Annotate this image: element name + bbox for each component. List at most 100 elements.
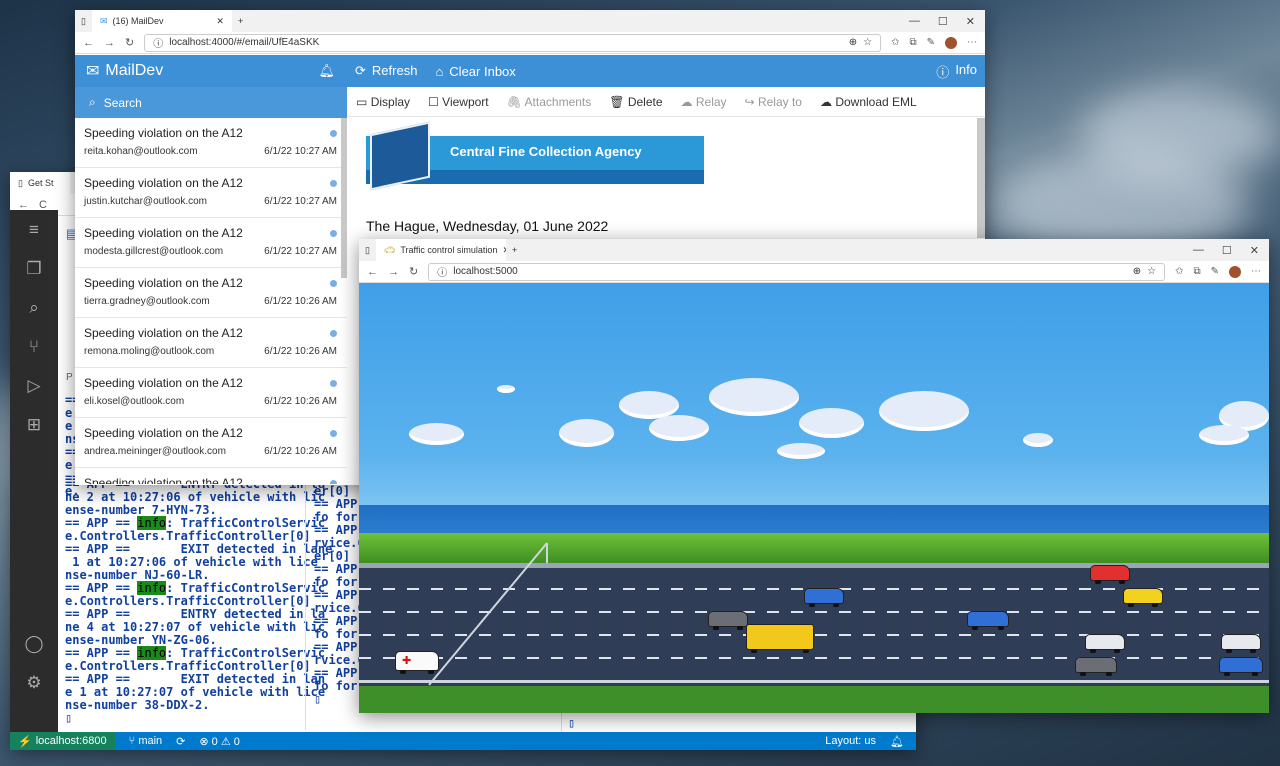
extensions-icon[interactable]: ⊞ [10, 405, 58, 444]
avatar[interactable] [1229, 265, 1241, 278]
collections-icon[interactable]: ⧉ [909, 37, 916, 49]
reload-icon[interactable]: ↻ [409, 265, 418, 278]
toolbar-delete-button[interactable]: 🗑 Delete [609, 95, 662, 109]
favorite-icon[interactable]: ☆ [1147, 266, 1156, 277]
email-list-item[interactable]: Speeding violation on the A12 modesta.gi… [75, 218, 347, 268]
terminal-right-cursor: ▯ [568, 716, 576, 730]
unread-dot [330, 480, 337, 484]
tab-actions-icon[interactable]: ▯ [359, 245, 376, 256]
agency-banner: Central Fine Collection Agency [366, 121, 704, 191]
info-icon: ⓘ [153, 39, 164, 50]
email-list-item[interactable]: Speeding violation on the A12 [75, 468, 347, 484]
branch-indicator[interactable]: ⑂ main [129, 735, 163, 747]
email-list-item[interactable]: Speeding violation on the A12 reita.koha… [75, 118, 347, 168]
traffic-tab[interactable]: 🚗︎Traffic control simulation✕ [375, 239, 506, 261]
favorite-icon[interactable]: ☆ [863, 37, 872, 48]
email-date: 6/1/22 10:27 AM [264, 146, 337, 157]
car [967, 611, 1009, 630]
email-list-item[interactable]: Speeding violation on the A12 eli.kosel@… [75, 368, 347, 418]
remote-indicator[interactable]: ⚡ localhost:6800 [10, 732, 115, 750]
car [1219, 657, 1263, 676]
toolbar-relay-to-button[interactable]: ↪ Relay to [745, 95, 802, 109]
email-subject: Speeding violation on the A12 [84, 426, 243, 440]
email-subject: Speeding violation on the A12 [84, 176, 243, 190]
settings-icon[interactable]: ⚙ [10, 663, 58, 702]
toolbar-label: Display [370, 94, 411, 109]
collections-icon[interactable]: ⧉ [1193, 266, 1200, 278]
maximize-icon[interactable]: ☐ [938, 15, 948, 28]
back-icon[interactable]: ← [83, 37, 94, 49]
url-field[interactable]: ⓘ localhost:5000 ⊕ ☆ [428, 262, 1166, 281]
forward-icon[interactable]: → [104, 37, 115, 49]
toolbar-attachments-button[interactable]: 🖇 Attachments [507, 95, 592, 109]
new-tab-icon[interactable]: + [232, 16, 249, 26]
email-list-item[interactable]: Speeding violation on the A12 justin.kut… [75, 168, 347, 218]
email-list-item[interactable]: Speeding violation on the A12 remona.mol… [75, 318, 347, 368]
minimize-icon[interactable]: — [1193, 244, 1204, 257]
url-field[interactable]: ⓘ localhost:4000/#/email/UfE4aSKK ⊕ ☆ [144, 33, 882, 52]
search-icon[interactable]: ⌕ [10, 288, 58, 327]
email-date: 6/1/22 10:26 AM [264, 446, 337, 457]
vscode-tab[interactable]: ▯ Get St [10, 172, 70, 194]
run-debug-icon[interactable]: ▷ [10, 366, 58, 405]
body-scrollbar[interactable] [977, 118, 985, 238]
page-icon: ▯ [18, 177, 23, 188]
new-tab-icon[interactable]: + [506, 245, 523, 255]
list-scrollbar[interactable] [341, 118, 347, 278]
extensions-icon[interactable]: ✎ [927, 37, 935, 49]
clear-inbox-button[interactable]: ⌂ Clear Inbox [435, 64, 515, 79]
back-icon[interactable]: ← [367, 266, 378, 278]
more-icon[interactable]: ⋯ [967, 37, 977, 49]
favorites-icon[interactable]: ✩ [891, 37, 899, 49]
tab-actions-icon[interactable]: ▯ [75, 16, 92, 27]
back-icon[interactable]: ← [18, 199, 29, 211]
toolbar-relay-button[interactable]: ☁ Relay [681, 95, 727, 109]
forward-icon[interactable]: → [388, 266, 399, 278]
more-icon[interactable]: ⋯ [1251, 266, 1261, 278]
explorer-icon[interactable]: ❐ [10, 249, 58, 288]
info-button[interactable]: ⓘ Info [936, 62, 977, 81]
source-control-icon[interactable]: ⑂ [10, 327, 58, 366]
zoom-icon[interactable]: ⊕ [849, 37, 857, 48]
sync-icon[interactable]: ⟳ [176, 735, 185, 748]
toolbar-display-button[interactable]: ▭ Display [356, 95, 410, 109]
email-date: 6/1/22 10:26 AM [264, 346, 337, 357]
reload-icon[interactable]: ↻ [125, 36, 134, 49]
zoom-icon[interactable]: ⊕ [1133, 266, 1141, 277]
account-icon[interactable]: ◯ [10, 624, 58, 663]
sky-cloud [497, 385, 515, 393]
search-input[interactable]: ⌕ Search [75, 87, 347, 118]
close-window-icon[interactable]: ✕ [1250, 244, 1259, 257]
close-window-icon[interactable]: ✕ [966, 15, 975, 28]
unread-dot [330, 180, 337, 187]
maildev-tab[interactable]: ✉ (16) MailDev ✕ [91, 10, 232, 32]
close-icon[interactable]: ✕ [216, 16, 224, 27]
sky-cloud [559, 419, 614, 447]
info-circle-icon: ⓘ [936, 64, 950, 80]
email-list-item[interactable]: Speeding violation on the A12 andrea.mei… [75, 418, 347, 468]
avatar[interactable] [945, 36, 957, 49]
keyboard-layout[interactable]: Layout: us [825, 735, 876, 747]
maximize-icon[interactable]: ☐ [1222, 244, 1232, 257]
tab-title: Get St [27, 178, 54, 188]
problems-indicator[interactable]: ⊗ 0 ⚠ 0 [199, 735, 239, 748]
toolbar-download-eml-button[interactable]: ☁ Download EML [820, 95, 917, 109]
unread-dot [330, 230, 337, 237]
unread-dot [330, 430, 337, 437]
brand[interactable]: ✉ MailDev 🔔︎ [75, 55, 347, 87]
notifications-icon[interactable]: 🔔︎ [890, 735, 916, 748]
bell-icon[interactable]: 🔔︎ [318, 63, 335, 79]
maildev-tabbar: ▯ ✉ (16) MailDev ✕ + — ☐ ✕ [75, 10, 985, 32]
forward-icon[interactable]: C [39, 199, 47, 211]
extensions-icon[interactable]: ✎ [1211, 266, 1219, 278]
refresh-button[interactable]: ⟳ Refresh [355, 63, 417, 79]
favorites-icon[interactable]: ✩ [1175, 266, 1183, 278]
toolbar-viewport-button[interactable]: ☐ Viewport [428, 95, 489, 109]
email-list-item[interactable]: Speeding violation on the A12 tierra.gra… [75, 268, 347, 318]
minimize-icon[interactable]: — [909, 15, 920, 28]
tab-title: Traffic control simulation [400, 245, 498, 255]
menu-icon[interactable]: ≡ [10, 210, 58, 249]
info-label: Info [955, 61, 977, 77]
toolbar-icon: 🗑 [609, 94, 625, 109]
bottom-grass [359, 686, 1269, 713]
